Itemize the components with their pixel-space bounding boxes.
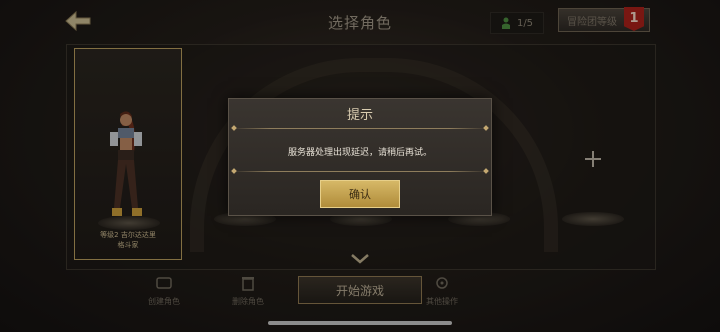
confirm-label: 确认	[349, 188, 371, 201]
dialog-divider-bottom	[231, 168, 489, 174]
dialog-title: 提示	[346, 108, 373, 123]
dialog-message: 服务器处理出现延迟，请稍后再试。	[287, 148, 432, 158]
home-indicator[interactable]	[268, 321, 452, 325]
dialog-divider-top	[231, 125, 489, 131]
confirm-button[interactable]: 确认	[320, 180, 400, 208]
